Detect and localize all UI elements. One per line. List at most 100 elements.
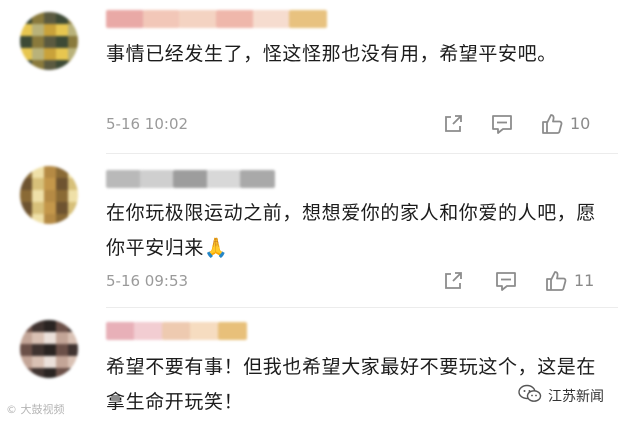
- avatar-mosaic-tile: [20, 368, 32, 378]
- avatar-mosaic-tile: [56, 202, 68, 214]
- avatar[interactable]: [20, 320, 78, 378]
- avatar-mosaic-tile: [32, 190, 44, 202]
- avatar-mosaic-tile: [44, 214, 56, 224]
- divider: [106, 153, 618, 154]
- avatar-mosaic-tile: [20, 36, 32, 48]
- avatar-mosaic-tile: [68, 12, 78, 24]
- avatar-mosaic-tile: [20, 178, 32, 190]
- avatar-mosaic-tile: [44, 60, 56, 70]
- comment-icon: [490, 113, 514, 135]
- avatar-mosaic-tile: [56, 12, 68, 24]
- avatar-mosaic-tile: [32, 24, 44, 36]
- avatar[interactable]: [20, 12, 78, 70]
- watermark-left-text: © 大鼓视频: [6, 403, 65, 416]
- username-blur-segment: [106, 170, 141, 188]
- share-button[interactable]: [442, 113, 464, 135]
- comment-time: 5-16 10:02: [106, 115, 189, 133]
- avatar-mosaic-tile: [56, 178, 68, 190]
- avatar-mosaic-tile: [56, 36, 68, 48]
- avatar-mosaic-tile: [68, 24, 78, 36]
- username-redacted[interactable]: [106, 322, 247, 340]
- avatar-mosaic-tile: [56, 356, 68, 368]
- avatar-mosaic-tile: [44, 190, 56, 202]
- username-blur-segment: [206, 170, 242, 188]
- avatar-mosaic-tile: [56, 190, 68, 202]
- avatar-mosaic-tile: [44, 332, 56, 344]
- wechat-icon: [518, 384, 542, 408]
- avatar-mosaic-tile: [56, 320, 68, 332]
- avatar-mosaic-tile: [44, 178, 56, 190]
- avatar-mosaic-tile: [68, 60, 78, 70]
- avatar-mosaic-tile: [20, 60, 32, 70]
- avatar-mosaic-tile: [44, 320, 56, 332]
- watermark-right: 江苏新闻: [518, 384, 604, 408]
- avatar-mosaic-tile: [32, 214, 44, 224]
- share-button[interactable]: [442, 270, 464, 292]
- share-icon: [442, 113, 464, 135]
- avatar-mosaic-tile: [44, 24, 56, 36]
- avatar-mosaic-tile: [32, 12, 44, 24]
- like-button[interactable]: 10: [540, 113, 590, 135]
- avatar-mosaic-tile: [32, 60, 44, 70]
- username-blur-segment: [142, 10, 181, 28]
- comment-meta: 5-16 09:53 11: [106, 270, 606, 292]
- username-blur-segment: [139, 170, 175, 188]
- like-count: 10: [570, 114, 591, 133]
- username-redacted[interactable]: [106, 10, 327, 28]
- avatar-mosaic-tile: [68, 190, 78, 202]
- share-icon: [442, 270, 464, 292]
- comment-icon: [494, 270, 518, 292]
- avatar-mosaic-tile: [68, 356, 78, 368]
- like-count: 11: [574, 271, 595, 290]
- avatar-mosaic-tile: [56, 166, 68, 178]
- avatar-mosaic-tile: [20, 344, 32, 356]
- watermark-left: © 大鼓视频: [6, 401, 65, 417]
- avatar-mosaic-tile: [20, 12, 32, 24]
- avatar[interactable]: [20, 166, 78, 224]
- avatar-mosaic-tile: [32, 48, 44, 60]
- avatar-mosaic-tile: [32, 368, 44, 378]
- username-blur-segment: [106, 10, 144, 28]
- username-blur-segment: [240, 170, 275, 188]
- avatar-mosaic-tile: [56, 368, 68, 378]
- watermark-right-text: 江苏新闻: [548, 389, 604, 405]
- avatar-mosaic-tile: [56, 60, 68, 70]
- avatar-mosaic-tile: [44, 202, 56, 214]
- avatar-mosaic-tile: [44, 344, 56, 356]
- avatar-mosaic-tile: [44, 368, 56, 378]
- avatar-mosaic-tile: [68, 48, 78, 60]
- avatar-mosaic-tile: [56, 48, 68, 60]
- avatar-mosaic-tile: [20, 202, 32, 214]
- avatar-mosaic-tile: [68, 332, 78, 344]
- comment-meta: 5-16 10:02 10: [106, 113, 606, 135]
- avatar-mosaic-tile: [68, 368, 78, 378]
- avatar-mosaic-tile: [56, 332, 68, 344]
- avatar-mosaic-tile: [20, 166, 32, 178]
- avatar-mosaic-tile: [32, 166, 44, 178]
- username-blur-segment: [252, 10, 291, 28]
- avatar-mosaic-tile: [68, 344, 78, 356]
- avatar-mosaic-tile: [44, 356, 56, 368]
- comment-text: 在你玩极限运动之前，想想爱你的家人和你爱的人吧，愿你平安归来🙏: [106, 202, 597, 259]
- avatar-mosaic-tile: [20, 24, 32, 36]
- username-blur-segment: [289, 10, 327, 28]
- avatar-mosaic-tile: [20, 190, 32, 202]
- avatar-mosaic-tile: [20, 356, 32, 368]
- comment-button[interactable]: [494, 270, 518, 292]
- avatar-mosaic-tile: [44, 166, 56, 178]
- avatar-mosaic-tile: [68, 166, 78, 178]
- avatar-mosaic-tile: [44, 36, 56, 48]
- avatar-mosaic-tile: [68, 36, 78, 48]
- avatar-mosaic-tile: [44, 12, 56, 24]
- username-blur-segment: [134, 322, 163, 340]
- like-button[interactable]: 11: [544, 270, 594, 292]
- avatar-mosaic-tile: [32, 36, 44, 48]
- avatar-mosaic-tile: [56, 214, 68, 224]
- comment-button[interactable]: [490, 113, 514, 135]
- username-redacted[interactable]: [106, 170, 275, 188]
- username-blur-segment: [179, 10, 217, 28]
- comment-time: 5-16 09:53: [106, 272, 189, 290]
- avatar-mosaic-tile: [56, 24, 68, 36]
- avatar-mosaic-tile: [44, 48, 56, 60]
- avatar-mosaic-tile: [56, 344, 68, 356]
